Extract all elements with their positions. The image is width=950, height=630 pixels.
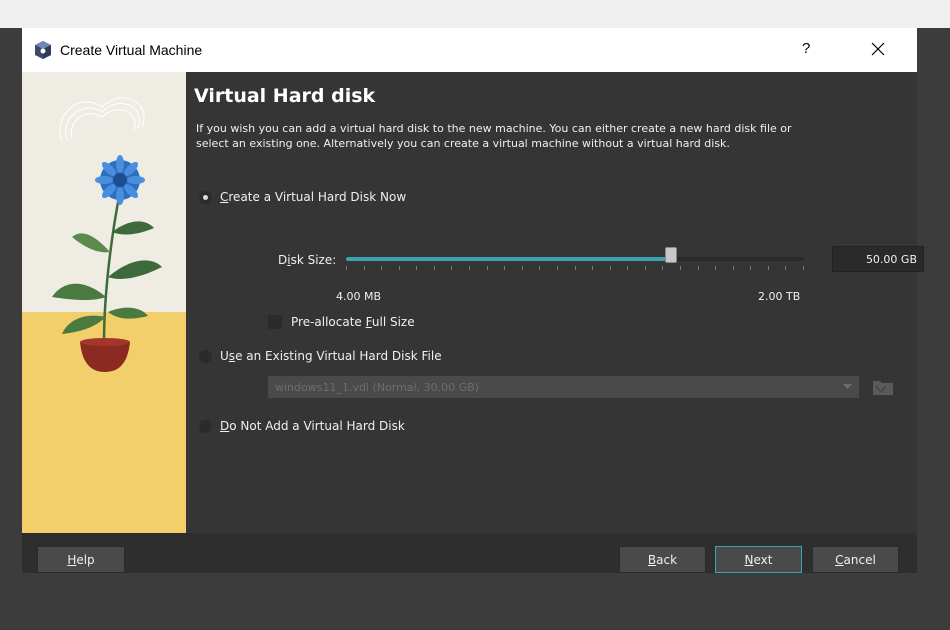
- folder-icon[interactable]: [872, 377, 894, 397]
- slider-tick: [574, 266, 576, 270]
- close-icon: [871, 42, 885, 56]
- slider-tick: [732, 266, 734, 270]
- help-button[interactable]: Help: [37, 546, 125, 573]
- slider-tick: [803, 266, 804, 270]
- slider-tick: [679, 266, 681, 270]
- slider-tick: [539, 266, 541, 270]
- page-title: Virtual Hard disk: [194, 85, 376, 107]
- create-now-radio[interactable]: [199, 191, 212, 204]
- slider-tick: [785, 266, 787, 270]
- slider-tick: [627, 266, 629, 270]
- disk-size-slider-handle[interactable]: [665, 247, 678, 263]
- slider-tick: [556, 266, 558, 270]
- chevron-down-icon: [843, 384, 852, 389]
- slider-tick: [662, 266, 664, 270]
- slider-tick: [363, 266, 365, 270]
- disk-size-slider-track[interactable]: [346, 257, 804, 261]
- use-existing-radio[interactable]: [199, 350, 212, 363]
- create-now-label[interactable]: Create a Virtual Hard Disk Now: [220, 190, 406, 204]
- max-size-label: 2.00 TB: [758, 290, 801, 303]
- cancel-button[interactable]: Cancel: [812, 546, 899, 573]
- existing-disk-select[interactable]: windows11_1.vdi (Normal, 30.00 GB): [268, 376, 859, 398]
- slider-tick: [715, 266, 717, 270]
- slider-tick: [346, 266, 347, 270]
- next-button[interactable]: Next: [715, 546, 802, 573]
- preallocate-label[interactable]: Pre-allocate Full Size: [291, 315, 415, 329]
- button-bar: Help Back Next Cancel: [22, 533, 917, 573]
- help-title-button[interactable]: ?: [802, 40, 810, 57]
- slider-tick: [521, 266, 523, 270]
- slider-tick: [504, 266, 506, 270]
- preallocate-checkbox[interactable]: [268, 315, 282, 329]
- slider-tick: [433, 266, 435, 270]
- desktop-top-strip: [0, 0, 950, 28]
- window-title: Create Virtual Machine: [60, 42, 203, 58]
- slider-tick: [609, 266, 611, 270]
- do-not-add-radio[interactable]: [199, 420, 212, 433]
- back-button[interactable]: Back: [619, 546, 706, 573]
- existing-disk-select-value: windows11_1.vdi (Normal, 30.00 GB): [275, 380, 479, 394]
- slider-tick: [451, 266, 453, 270]
- slider-tick: [697, 266, 699, 270]
- slider-tick: [767, 266, 769, 270]
- slider-tick: [469, 266, 471, 270]
- slider-tick: [750, 266, 752, 270]
- flower-pot-illustration: [22, 72, 186, 533]
- slider-tick: [644, 266, 646, 270]
- disk-size-label: Disk Size:: [278, 253, 337, 267]
- virtualbox-icon: [35, 41, 51, 59]
- slider-tick: [381, 266, 383, 270]
- close-button[interactable]: [865, 36, 891, 62]
- wizard-page: Virtual Hard disk If you wish you can ad…: [186, 72, 924, 533]
- page-description: If you wish you can add a virtual hard d…: [196, 122, 792, 150]
- disk-size-field[interactable]: 50.00 GB: [832, 246, 924, 272]
- slider-tick: [592, 266, 594, 270]
- disk-size-slider-fill: [346, 257, 672, 261]
- min-size-label: 4.00 MB: [336, 290, 382, 303]
- use-existing-label[interactable]: Use an Existing Virtual Hard Disk File: [220, 349, 442, 363]
- slider-tick: [398, 266, 400, 270]
- create-vm-dialog: Create Virtual Machine ? Virtual Hard di…: [22, 28, 924, 573]
- do-not-add-label[interactable]: Do Not Add a Virtual Hard Disk: [220, 419, 405, 433]
- title-bar: Create Virtual Machine ?: [22, 28, 917, 72]
- slider-tick: [416, 266, 418, 270]
- slider-tick: [486, 266, 488, 270]
- wizard-illustration: [22, 72, 186, 533]
